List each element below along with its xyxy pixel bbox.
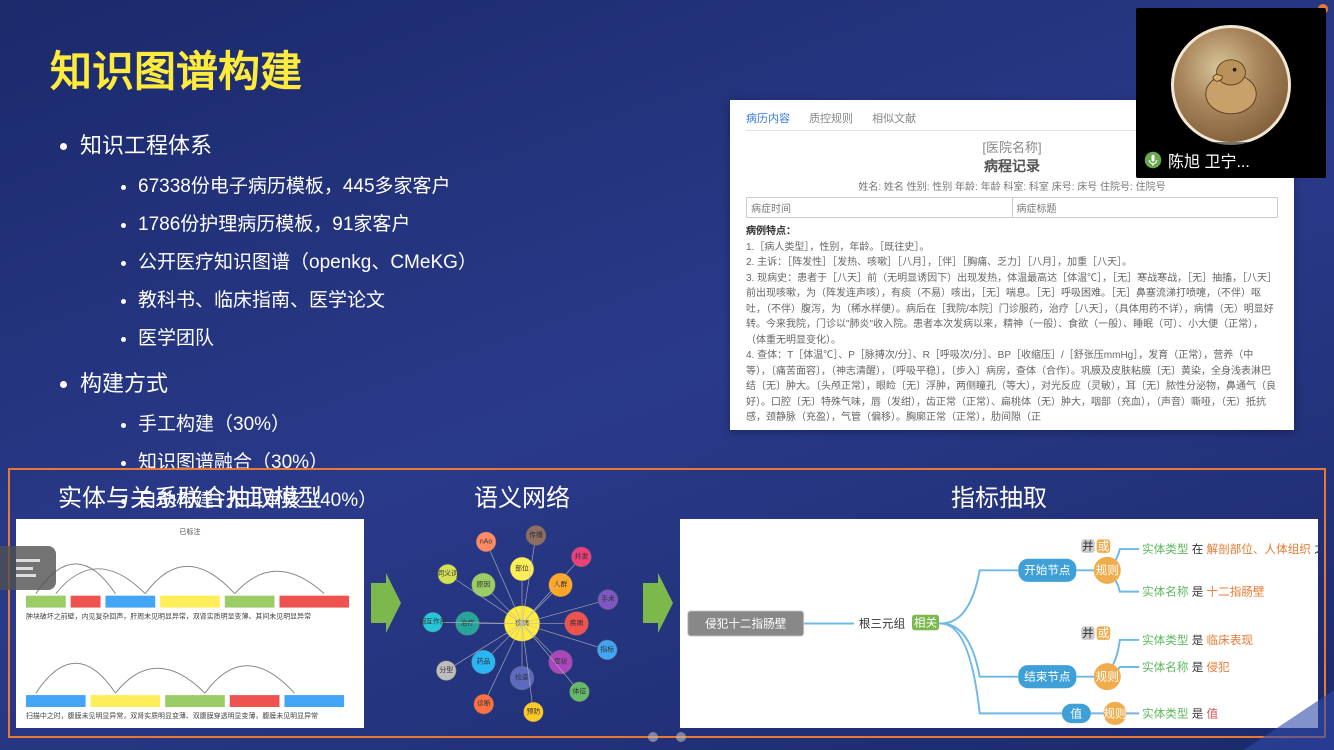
panel-image: 疾病疾病症状检查药品治疗原因部位人群传播并发手术指标体征预防诊断分型相互作用同义… (408, 519, 636, 728)
doc-paragraph: 2. 主诉：［阵发性］［发热、咳嗽］［八月］，［伴］［胸痛、乏力］［八月］，加重… (746, 255, 1278, 271)
bullet-l1: 知识工程体系 67338份电子病历模板，445多家客户 1786份护理病历模板，… (80, 125, 670, 357)
bullet-l2: 医学团队 (138, 321, 670, 357)
svg-text:相互作用: 相互作用 (419, 617, 447, 626)
svg-text:同义词: 同义词 (437, 570, 458, 578)
doc-header-row: 姓名: 姓名 性别: 性别 年龄: 年龄 科室: 科室 床号: 床号 住院号: … (746, 178, 1278, 193)
corner-accent (1244, 690, 1334, 750)
svg-text:结束节点: 结束节点 (1024, 671, 1071, 684)
svg-text:人群: 人群 (554, 579, 568, 588)
doc-paragraph: 4. 查体：T［体温℃］、P［脉搏次/分］、R［呼吸次/分］、BP［收缩压］/［… (746, 348, 1278, 426)
svg-text:并: 并 (1082, 626, 1094, 640)
bullet-l2: 公开医疗知识图谱（openkg、CMeKG） (138, 245, 670, 281)
doc-paragraph: 3. 现病史：患者于［八天］前（无明显诱因下）出现发热，体温最高达［体温℃］，［… (746, 271, 1278, 349)
speaker-video: 陈旭 卫宁... (1136, 8, 1326, 178)
speaker-name: 陈旭 卫宁... (1168, 148, 1250, 172)
svg-text:扫描中之时，腹膜未见明显异常，双肾实质明显变薄、双腹膜穿透明: 扫描中之时，腹膜未见明显异常，双肾实质明显变薄、双腹膜穿透明显变薄，腹膜未见明显… (26, 711, 318, 720)
bullet-l2: 1786份护理病历模板，91家客户 (138, 207, 670, 243)
menu-icon (16, 559, 40, 577)
panel-entity-extraction: 实体与关系联合抽取模型 肿块破坏之前壁，内见复杂回声，肝周未见明显异常，双肾实质… (10, 470, 370, 736)
nav-dot[interactable] (648, 732, 658, 742)
panel-semantic-network: 语义网络 疾病疾病症状检查药品治疗原因部位人群传播并发手术指标体征预防诊断分型相… (402, 470, 642, 736)
panel-title: 指标抽取 (951, 478, 1047, 513)
panel-image: 侵犯十二指肠壁 根三元组 相关 开始节点 规则 并 或 结束节点 规则 (680, 519, 1318, 728)
svg-text:症状: 症状 (554, 657, 568, 666)
pipeline-box: 实体与关系联合抽取模型 肿块破坏之前壁，内见复杂回声，肝周未见明显异常，双肾实质… (8, 468, 1326, 738)
svg-text:检查: 检查 (515, 673, 529, 682)
svg-text:分型: 分型 (439, 665, 453, 674)
svg-text:nAo: nAo (480, 538, 492, 545)
svg-text:传播: 传播 (529, 530, 543, 539)
svg-text:开始节点: 开始节点 (1024, 563, 1071, 577)
svg-text:实体类型 在 解剖部位、人体组织 之中: 实体类型 在 解剖部位、人体组织 之中 (1142, 542, 1318, 556)
panel-image: 肿块破坏之前壁，内见复杂回声，肝周未见明显异常，双肾实质明显变薄、其间未见明显异… (16, 519, 364, 728)
svg-text:疾病: 疾病 (570, 618, 584, 627)
svg-text:根三元组: 根三元组 (859, 616, 906, 630)
svg-text:部位: 部位 (515, 563, 529, 572)
outline-menu-button[interactable] (0, 546, 56, 590)
doc-tab: 相似文献 (872, 113, 916, 125)
svg-text:预防: 预防 (527, 706, 541, 715)
svg-text:已标注: 已标注 (180, 527, 201, 536)
arrow-icon (642, 470, 674, 736)
bullet-l2: 教科书、临床指南、医学论文 (138, 283, 670, 319)
svg-text:诊断: 诊断 (477, 699, 491, 708)
svg-text:或: 或 (1098, 627, 1110, 640)
svg-text:原因: 原因 (477, 580, 491, 588)
nav-dots[interactable] (648, 732, 686, 742)
panel-title: 语义网络 (474, 478, 570, 513)
doc-tab: 病历内容 (746, 113, 790, 125)
bullet-l2: 67338份电子病历模板，445多家客户 (138, 169, 670, 205)
svg-text:值: 值 (1071, 707, 1083, 720)
svg-text:药品: 药品 (477, 657, 491, 666)
duck-icon (1186, 40, 1276, 130)
svg-text:手术: 手术 (601, 594, 615, 603)
panel-indicator-extraction: 指标抽取 侵犯十二指肠壁 根三元组 (674, 470, 1324, 736)
svg-text:实体名称 是 十二指肠壁: 实体名称 是 十二指肠壁 (1142, 584, 1265, 598)
slide-title: 知识图谱构建 (50, 38, 302, 99)
svg-text:规则: 规则 (1103, 706, 1126, 720)
doc-table: 病症时间病症标题 (746, 197, 1278, 218)
doc-tab: 质控规则 (809, 113, 853, 125)
svg-text:规则: 规则 (1096, 563, 1119, 577)
avatar (1171, 25, 1291, 145)
svg-text:或: 或 (1098, 540, 1110, 553)
svg-text:体征: 体征 (573, 686, 587, 695)
svg-text:规则: 规则 (1096, 670, 1119, 684)
svg-text:侵犯十二指肠壁: 侵犯十二指肠壁 (705, 616, 787, 630)
arrow-icon (370, 470, 402, 736)
doc-section-title: 病例特点： (746, 224, 1278, 240)
doc-paragraph: 1.［病人类型］，性别，年龄。［既往史］。 (746, 240, 1278, 256)
svg-text:肿块破坏之前壁，内见复杂回声，肝周未见明显异常，双肾实质明显: 肿块破坏之前壁，内见复杂回声，肝周未见明显异常，双肾实质明显变薄、其间未见明显异… (26, 612, 311, 621)
semantic-network-svg: 疾病疾病症状检查药品治疗原因部位人群传播并发手术指标体征预防诊断分型相互作用同义… (408, 519, 636, 728)
nav-dot[interactable] (676, 732, 686, 742)
svg-text:实体类型 是 临床表现: 实体类型 是 临床表现 (1142, 633, 1253, 647)
doc-body: 病例特点： 1.［病人类型］，性别，年龄。［既往史］。 2. 主诉：［阵发性］［… (746, 224, 1278, 426)
panel-title: 实体与关系联合抽取模型 (58, 478, 322, 513)
svg-text:相关: 相关 (914, 615, 938, 629)
mic-icon (1144, 151, 1162, 169)
bullet-outline: 知识工程体系 67338份电子病历模板，445多家客户 1786份护理病历模板，… (50, 125, 670, 525)
speaker-caption: 陈旭 卫宁... (1136, 142, 1326, 178)
bullet-l2: 手工构建（30%） (138, 407, 670, 443)
svg-text:指标: 指标 (600, 644, 614, 653)
svg-text:实体名称 是 侵犯: 实体名称 是 侵犯 (1142, 660, 1230, 674)
svg-text:并: 并 (1082, 539, 1094, 553)
svg-text:并发: 并发 (574, 551, 588, 560)
svg-text:实体类型 是 值: 实体类型 是 值 (1142, 706, 1218, 720)
